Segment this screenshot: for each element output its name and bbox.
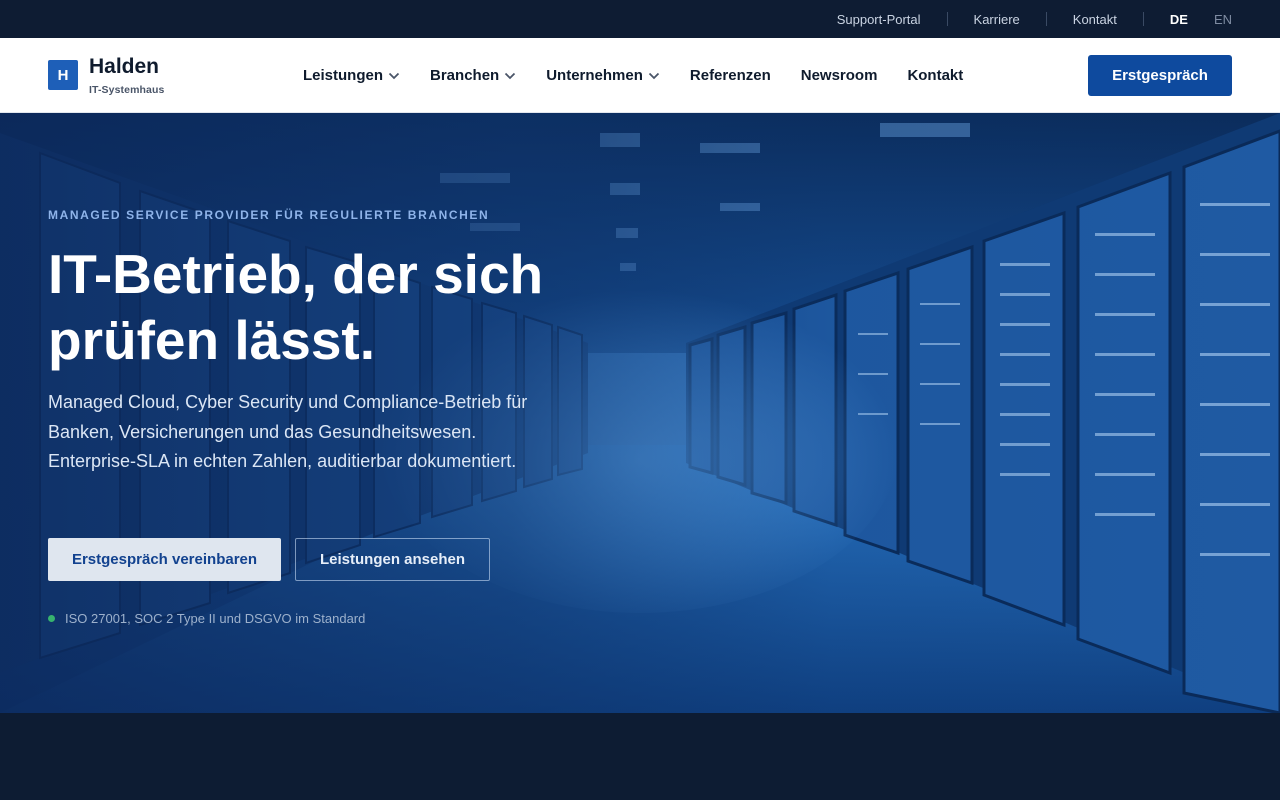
view-services-button[interactable]: Leistungen ansehen xyxy=(295,538,490,581)
nav-item-label: Newsroom xyxy=(800,67,878,84)
logo-mark: H xyxy=(48,60,78,90)
nav-item-leistungen[interactable]: Leistungen xyxy=(303,67,400,84)
utility-link-kontakt[interactable]: Kontakt xyxy=(1047,12,1143,27)
language-en[interactable]: EN xyxy=(1188,12,1232,27)
header-cta-button[interactable]: Erstgespräch xyxy=(1088,55,1232,96)
utility-bar: Support-Portal Karriere Kontakt DE EN xyxy=(0,0,1280,38)
chevron-down-icon xyxy=(388,72,400,79)
next-section xyxy=(0,713,1280,800)
hero-eyebrow: MANAGED SERVICE PROVIDER FÜR REGULIERTE … xyxy=(48,208,490,222)
nav-item-label: Unternehmen xyxy=(546,67,643,84)
trust-note-text: ISO 27001, SOC 2 Type II und DSGVO im St… xyxy=(65,611,366,626)
hero-headline: IT-Betrieb, der sich prüfen lässt. xyxy=(48,241,608,373)
nav-item-label: Branchen xyxy=(430,67,500,84)
nav-item-newsroom[interactable]: Newsroom xyxy=(801,67,878,84)
hero-headline-line-1: IT-Betrieb, der sich xyxy=(48,243,544,305)
logo[interactable]: H Halden IT-Systemhaus xyxy=(48,55,164,96)
hero-lead: Managed Cloud, Cyber Security und Compli… xyxy=(48,392,528,471)
brand-name: Halden xyxy=(89,55,160,78)
chevron-down-icon xyxy=(505,72,516,79)
status-dot-icon xyxy=(48,615,55,622)
nav-item-unternehmen[interactable]: Unternehmen xyxy=(546,67,660,84)
nav-item-kontakt[interactable]: Kontakt xyxy=(907,67,963,84)
utility-link-support-portal[interactable]: Support-Portal xyxy=(811,12,947,27)
hero-headline-line-2: prüfen lässt. xyxy=(48,309,376,371)
schedule-consultation-button[interactable]: Erstgespräch vereinbaren xyxy=(48,538,281,581)
nav-item-label: Leistungen xyxy=(303,67,384,84)
logo-text: Halden IT-Systemhaus xyxy=(89,55,164,96)
brand-tagline: IT-Systemhaus xyxy=(89,84,165,96)
nav-item-label: Kontakt xyxy=(907,67,964,84)
nav-item-branchen[interactable]: Branchen xyxy=(430,67,516,84)
utility-links: Support-Portal Karriere Kontakt DE EN xyxy=(811,0,1232,38)
nav-item-label: Referenzen xyxy=(689,67,771,84)
trust-note: ISO 27001, SOC 2 Type II und DSGVO im St… xyxy=(48,611,365,626)
language-de[interactable]: DE xyxy=(1144,12,1188,27)
hero: MANAGED SERVICE PROVIDER FÜR REGULIERTE … xyxy=(0,113,1280,713)
nav-item-referenzen[interactable]: Referenzen xyxy=(690,67,771,84)
utility-link-karriere[interactable]: Karriere xyxy=(948,12,1046,27)
site-header: H Halden IT-Systemhaus Leistungen Branch… xyxy=(0,38,1280,113)
chevron-down-icon xyxy=(648,72,660,79)
main-nav: Leistungen Branchen Unternehmen Referenz… xyxy=(303,38,993,113)
